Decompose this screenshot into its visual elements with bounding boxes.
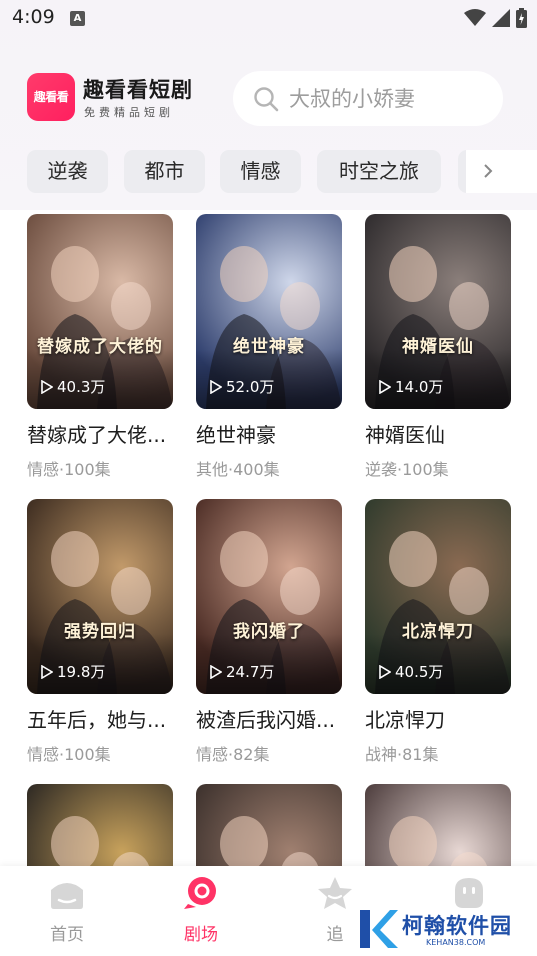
view-count-text: 24.7万 xyxy=(226,663,275,681)
tag-nixi[interactable]: 逆袭 xyxy=(27,150,108,193)
star-icon xyxy=(318,877,352,909)
tag-qinggan[interactable]: 情感 xyxy=(220,150,301,193)
drama-poster[interactable]: 强势回归 19.8万 xyxy=(27,499,173,694)
drama-card[interactable]: 神婿医仙 14.0万神婿医仙逆袭·100集 xyxy=(365,214,511,480)
nav-theater-label: 剧场 xyxy=(184,925,218,945)
search-icon xyxy=(254,86,279,111)
drama-poster[interactable]: 神婿医仙 14.0万 xyxy=(365,214,511,409)
signal-icon xyxy=(492,9,510,27)
app-name: 趣看看短剧 xyxy=(83,78,193,102)
drama-poster[interactable]: 替嫁成了大佬的 40.3万 xyxy=(27,214,173,409)
view-count-text: 14.0万 xyxy=(395,378,444,396)
watermark-domain: KEHAN38.COM xyxy=(426,938,486,947)
drama-meta: 情感·100集 xyxy=(27,460,111,479)
drama-poster[interactable]: 绝世神豪 52.0万 xyxy=(196,214,342,409)
view-count: 19.8万 xyxy=(41,661,105,682)
status-bar: 4:09 A xyxy=(0,0,537,36)
app-header: 趣看看 趣看看短剧 免费精品短剧 xyxy=(0,60,537,140)
drama-title[interactable]: 被渣后我闪婚... xyxy=(196,704,342,733)
app-slogan: 免费精品短剧 xyxy=(84,106,174,119)
drama-title[interactable]: 北凉悍刀 xyxy=(365,704,511,733)
view-count-text: 52.0万 xyxy=(226,378,275,396)
play-icon xyxy=(379,664,391,679)
category-tags: 逆袭 都市 情感 时空之旅 xyxy=(0,150,537,194)
app-logo: 趣看看 xyxy=(27,73,75,121)
drama-title[interactable]: 替嫁成了大佬... xyxy=(27,419,173,448)
watermark-name: 柯翰软件园 xyxy=(402,914,512,938)
drama-meta: 战神·81集 xyxy=(365,745,439,764)
view-count: 14.0万 xyxy=(379,376,443,397)
play-icon xyxy=(210,379,222,394)
drama-meta: 情感·100集 xyxy=(27,745,111,764)
drama-card[interactable]: 替嫁成了大佬的 40.3万替嫁成了大佬... 情感·100集 xyxy=(27,214,173,480)
drama-meta: 其他·400集 xyxy=(196,460,280,479)
drama-poster[interactable]: 北凉悍刀 40.5万 xyxy=(365,499,511,694)
search-input[interactable] xyxy=(289,86,489,111)
tag-dushi[interactable]: 都市 xyxy=(124,150,205,193)
play-icon xyxy=(210,664,222,679)
chevron-right-icon xyxy=(484,164,493,178)
battery-icon xyxy=(516,8,527,28)
nav-home-label: 首页 xyxy=(50,925,84,945)
view-count: 52.0万 xyxy=(210,376,274,397)
theater-icon xyxy=(184,877,216,909)
nav-home[interactable]: 首页 xyxy=(22,876,112,945)
drama-card[interactable]: 北凉悍刀 40.5万北凉悍刀战神·81集 xyxy=(365,499,511,765)
watermark: 柯翰软件园 KEHAN38.COM xyxy=(356,906,526,952)
notification-icon: A xyxy=(70,11,85,26)
tag-shikong[interactable]: 时空之旅 xyxy=(317,150,441,193)
search-bar[interactable] xyxy=(233,71,503,126)
view-count: 40.3万 xyxy=(41,376,105,397)
drama-poster[interactable]: 我闪婚了 24.7万 xyxy=(196,499,342,694)
profile-icon xyxy=(455,878,483,908)
view-count: 40.5万 xyxy=(379,661,443,682)
drama-meta: 逆袭·100集 xyxy=(365,460,449,479)
status-time: 4:09 xyxy=(12,6,55,28)
view-count-text: 19.8万 xyxy=(57,663,106,681)
more-tags-button[interactable] xyxy=(458,150,537,193)
status-icons xyxy=(464,8,527,28)
drama-title[interactable]: 五年后，她与... xyxy=(27,704,173,733)
view-count: 24.7万 xyxy=(210,661,274,682)
drama-meta: 情感·82集 xyxy=(196,745,270,764)
view-count-text: 40.5万 xyxy=(395,663,444,681)
kehan-logo-icon xyxy=(360,910,398,948)
drama-card[interactable]: 我闪婚了 24.7万被渣后我闪婚... 情感·82集 xyxy=(196,499,342,765)
drama-card[interactable]: 绝世神豪 52.0万绝世神豪其他·400集 xyxy=(196,214,342,480)
nav-theater[interactable]: 剧场 xyxy=(156,876,246,945)
play-icon xyxy=(41,664,53,679)
wifi-icon xyxy=(464,9,486,26)
home-icon xyxy=(51,883,83,909)
play-icon xyxy=(379,379,391,394)
play-icon xyxy=(41,379,53,394)
drama-title[interactable]: 绝世神豪 xyxy=(196,419,342,448)
view-count-text: 40.3万 xyxy=(57,378,106,396)
drama-card[interactable]: 强势回归 19.8万五年后，她与... 情感·100集 xyxy=(27,499,173,765)
drama-title[interactable]: 神婿医仙 xyxy=(365,419,511,448)
